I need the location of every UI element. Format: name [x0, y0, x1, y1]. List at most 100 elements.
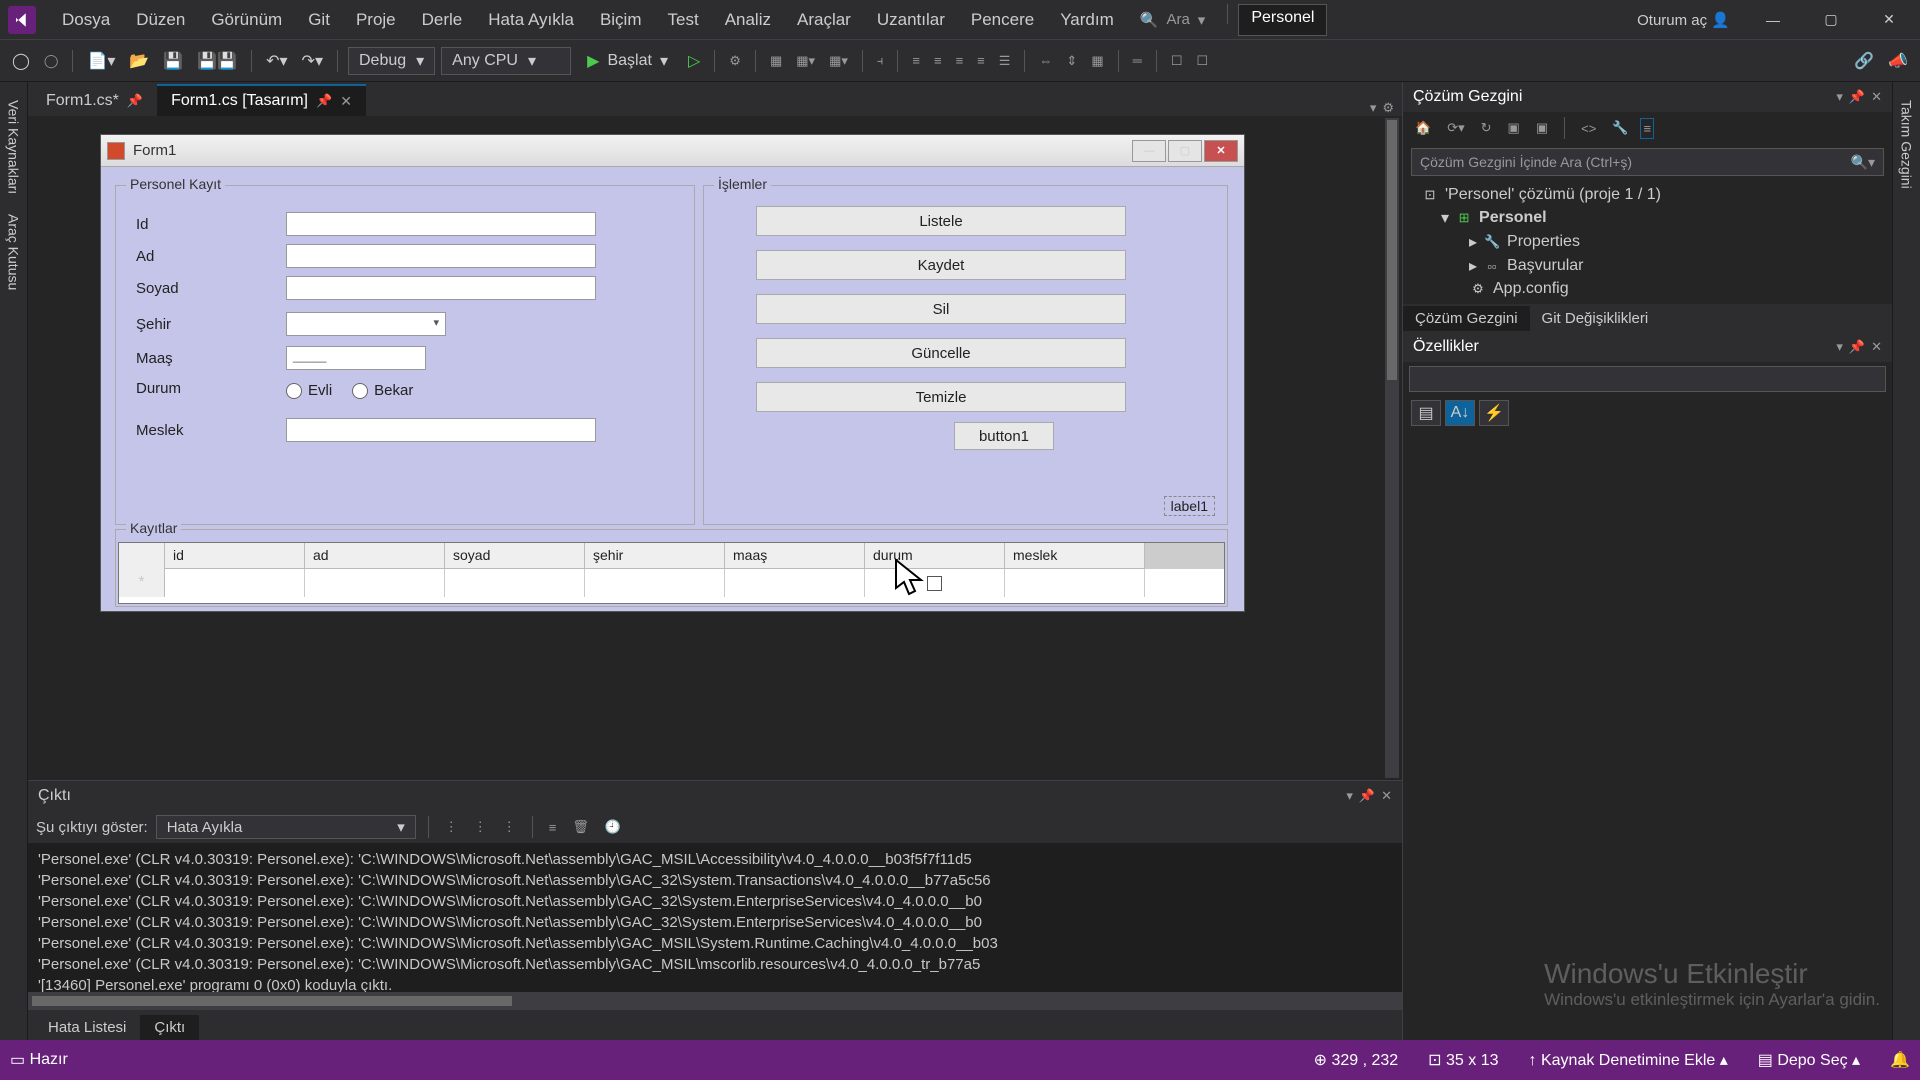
- input-id[interactable]: [286, 212, 596, 236]
- designer-vscrollbar[interactable]: [1385, 118, 1399, 778]
- tab-form1-code[interactable]: Form1.cs* 📌: [32, 85, 157, 116]
- align-icon[interactable]: ⫞: [873, 49, 888, 73]
- sidebar-tab-veri[interactable]: Veri Kaynakları: [2, 92, 26, 202]
- chevron-down-icon[interactable]: ▾: [1346, 788, 1353, 804]
- form-maximize-button[interactable]: ▢: [1168, 140, 1202, 162]
- alphabetical-icon[interactable]: A↓: [1445, 400, 1475, 426]
- sidebar-tab-arac[interactable]: Araç Kutusu: [2, 206, 26, 298]
- collapse-icon[interactable]: ▣: [1504, 116, 1524, 140]
- bell-icon[interactable]: 🔔: [1890, 1050, 1910, 1070]
- layout-icon[interactable]: ▦▾: [792, 49, 819, 73]
- menu-analiz[interactable]: Analiz: [713, 4, 783, 36]
- tab-cozum-gezgini[interactable]: Çözüm Gezgini: [1403, 306, 1530, 331]
- undo-icon[interactable]: ↶▾: [262, 47, 291, 75]
- events-icon[interactable]: ⚡: [1479, 400, 1509, 426]
- input-maas[interactable]: _____: [286, 346, 426, 370]
- pin-icon[interactable]: 📌: [1359, 788, 1375, 804]
- cell[interactable]: [725, 569, 865, 597]
- tab-hata-listesi[interactable]: Hata Listesi: [34, 1015, 140, 1040]
- pin-icon[interactable]: 📌: [1849, 89, 1865, 105]
- button-listele[interactable]: Listele: [756, 206, 1126, 236]
- button-temizle[interactable]: Temizle: [756, 382, 1126, 412]
- properties-object-combo[interactable]: [1409, 366, 1886, 392]
- close-icon[interactable]: ✕: [1381, 788, 1392, 804]
- play-no-debug-icon[interactable]: ▷: [684, 47, 704, 75]
- solution-name-label[interactable]: Personel: [1238, 4, 1327, 36]
- align-icon[interactable]: ≡: [908, 49, 924, 72]
- button-sil[interactable]: Sil: [756, 294, 1126, 324]
- row-header[interactable]: *: [119, 569, 165, 597]
- align-icon[interactable]: ≡: [973, 49, 989, 72]
- cell[interactable]: [445, 569, 585, 597]
- tool-icon[interactable]: ⋮: [470, 815, 491, 839]
- col-meslek[interactable]: meslek: [1005, 543, 1145, 569]
- menu-pencere[interactable]: Pencere: [959, 4, 1046, 36]
- menu-yardim[interactable]: Yardım: [1048, 4, 1126, 36]
- menu-test[interactable]: Test: [656, 4, 711, 36]
- clock-icon[interactable]: 🕘: [601, 815, 625, 839]
- spacing-icon[interactable]: ⇔: [1035, 49, 1056, 72]
- save-icon[interactable]: 💾: [159, 47, 187, 75]
- designer-surface[interactable]: Form1 — ▢ ✕ Personel Kayıt Id Ad Soyad Ş…: [28, 116, 1402, 780]
- tool-icon[interactable]: ⋮: [499, 815, 520, 839]
- back-button[interactable]: ◯: [8, 47, 34, 75]
- align-icon[interactable]: ☰: [995, 49, 1015, 73]
- code-icon[interactable]: <>: [1577, 117, 1600, 140]
- col-sehir[interactable]: şehir: [585, 543, 725, 569]
- cell[interactable]: [585, 569, 725, 597]
- spacing-icon[interactable]: ⇕: [1062, 49, 1081, 73]
- menu-proje[interactable]: Proje: [344, 4, 408, 36]
- status-source-control[interactable]: ↑ Kaynak Denetimine Ekle ▴: [1529, 1050, 1728, 1070]
- menu-araclar[interactable]: Araçlar: [785, 4, 863, 36]
- combo-sehir[interactable]: [286, 312, 446, 336]
- sidebar-tab-takim[interactable]: Takım Gezgini: [1895, 92, 1919, 197]
- search-menu[interactable]: 🔍 Ara ▾: [1128, 4, 1218, 36]
- col-ad[interactable]: ad: [305, 543, 445, 569]
- config-combo[interactable]: Debug▾: [348, 47, 435, 75]
- button-button1[interactable]: button1: [954, 422, 1054, 450]
- align-icon[interactable]: ≡: [952, 49, 968, 72]
- button-guncelle[interactable]: Güncelle: [756, 338, 1126, 368]
- menu-git[interactable]: Git: [296, 4, 342, 36]
- col-durum[interactable]: durum: [865, 543, 1005, 569]
- start-button[interactable]: ▶Başlat ▾: [577, 48, 678, 74]
- categorized-icon[interactable]: ▤: [1411, 400, 1441, 426]
- forward-button[interactable]: ◯: [40, 49, 63, 73]
- output-source-combo[interactable]: Hata Ayıkla▾: [156, 815, 416, 839]
- spacing-icon[interactable]: ═: [1129, 49, 1146, 72]
- form-minimize-button[interactable]: —: [1132, 140, 1166, 162]
- show-all-icon[interactable]: ▣: [1532, 116, 1552, 140]
- save-all-icon[interactable]: 💾💾: [193, 47, 241, 75]
- tree-appconfig[interactable]: ⚙App.config: [1403, 278, 1892, 300]
- layout-icon[interactable]: ▦: [766, 49, 786, 73]
- redo-icon[interactable]: ↷▾: [298, 47, 327, 75]
- live-share-icon[interactable]: 🔗: [1850, 47, 1878, 75]
- menu-derle[interactable]: Derle: [410, 4, 475, 36]
- menu-gorunum[interactable]: Görünüm: [199, 4, 294, 36]
- tree-project[interactable]: ▾⊞Personel: [1403, 206, 1892, 230]
- cell[interactable]: [165, 569, 305, 597]
- scrollbar-thumb[interactable]: [32, 996, 512, 1006]
- maximize-button[interactable]: ▢: [1808, 3, 1854, 37]
- menu-hata[interactable]: Hata Ayıkla: [476, 4, 586, 36]
- tab-git-degisiklikleri[interactable]: Git Değişiklikleri: [1530, 306, 1661, 331]
- home-icon[interactable]: 🏠: [1411, 116, 1435, 140]
- button-kaydet[interactable]: Kaydet: [756, 250, 1126, 280]
- pin-icon[interactable]: 📌: [127, 93, 143, 109]
- signin-button[interactable]: Oturum aç 👤: [1629, 11, 1738, 29]
- tool-icon[interactable]: ⚙: [725, 49, 745, 73]
- output-text[interactable]: 'Personel.exe' (CLR v4.0.30319: Personel…: [28, 843, 1402, 992]
- cell[interactable]: [1005, 569, 1145, 597]
- status-repo[interactable]: ▤ Depo Seç ▴: [1758, 1050, 1860, 1070]
- col-soyad[interactable]: soyad: [445, 543, 585, 569]
- col-maas[interactable]: maaş: [725, 543, 865, 569]
- radio-evli[interactable]: Evli: [286, 382, 332, 399]
- gear-icon[interactable]: ⚙: [1382, 100, 1394, 116]
- cell-durum[interactable]: [865, 569, 1005, 597]
- tool-icon[interactable]: ⋮: [441, 815, 462, 839]
- form-close-button[interactable]: ✕: [1204, 140, 1238, 162]
- center-icon[interactable]: ☐: [1192, 49, 1212, 73]
- platform-combo[interactable]: Any CPU▾: [441, 47, 571, 75]
- minimize-button[interactable]: —: [1750, 3, 1796, 37]
- scrollbar-thumb[interactable]: [1387, 120, 1397, 380]
